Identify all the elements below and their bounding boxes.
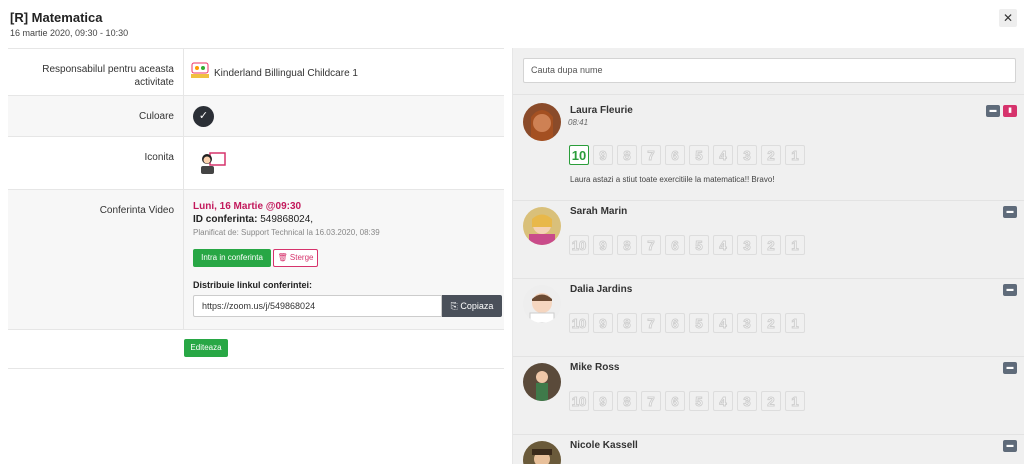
comment-icon[interactable]: ▬	[1003, 284, 1017, 296]
edit-button[interactable]: Editeaza	[184, 339, 228, 357]
student-comment: Laura astazi a stiut toate exercitiile l…	[570, 175, 775, 184]
grade-3[interactable]: 3	[737, 145, 757, 165]
video-conference-row: Conferinta Video Luni, 16 Martie @09:30 …	[8, 189, 504, 329]
grade-10[interactable]: 10	[569, 235, 589, 255]
grade-8[interactable]: 8	[617, 235, 637, 255]
modal-header: [R] Matematica 16 martie 2020, 09:30 - 1…	[0, 0, 1024, 48]
grade-5[interactable]: 5	[689, 313, 709, 333]
student-name: Dalia Jardins	[570, 284, 633, 295]
grade-10[interactable]: 10	[569, 145, 589, 165]
grade-10[interactable]: 10	[569, 391, 589, 411]
color-label: Culoare	[138, 111, 174, 122]
grade-10[interactable]: 10	[569, 313, 589, 333]
grade-7[interactable]: 7	[641, 235, 661, 255]
details-panel: Responsabilul pentru aceasta activitate …	[8, 48, 504, 464]
responsible-row: Responsabilul pentru aceasta activitate …	[8, 48, 504, 95]
grade-5[interactable]: 5	[689, 145, 709, 165]
responsible-name: Kinderland Billingual Childcare 1	[214, 68, 358, 79]
grade-1[interactable]: 1	[785, 391, 805, 411]
icon-row: Iconita	[8, 136, 504, 189]
student-name: Sarah Marin	[570, 206, 628, 217]
delete-icon[interactable]: ▮	[1003, 105, 1017, 117]
color-swatch[interactable]: ✓	[193, 106, 214, 127]
grade-3[interactable]: 3	[737, 313, 757, 333]
student-name: Nicole Kassell	[570, 440, 638, 451]
comment-icon[interactable]: ▬	[986, 105, 1000, 117]
grade-6[interactable]: 6	[665, 145, 685, 165]
conference-date: Luni, 16 Martie @09:30	[193, 201, 302, 212]
grade-7[interactable]: 7	[641, 391, 661, 411]
student-item: Laura Fleurie 08:41 ▬ ▮ 10 9 8 7 6 5 4 3…	[513, 94, 1024, 200]
grade-9[interactable]: 9	[593, 391, 613, 411]
page-title: [R] Matematica	[10, 10, 103, 25]
comment-icon[interactable]: ▬	[1003, 206, 1017, 218]
student-item: Mike Ross ▬ 10 9 8 7 6 5 4 3 2 1	[513, 356, 1024, 434]
share-link-label: Distribuie linkul conferintei:	[193, 280, 313, 290]
comment-icon[interactable]: ▬	[1003, 362, 1017, 374]
copy-link-button[interactable]: ⎘ Copiaza	[442, 295, 502, 317]
grade-9[interactable]: 9	[593, 313, 613, 333]
student-search-input[interactable]: Cauta dupa nume	[523, 58, 1016, 83]
comment-icon[interactable]: ▬	[1003, 440, 1017, 452]
video-label: Conferinta Video	[99, 205, 174, 216]
conference-id-label: ID conferinta:	[193, 214, 258, 225]
grade-2[interactable]: 2	[761, 313, 781, 333]
grade-8[interactable]: 8	[617, 313, 637, 333]
avatar	[523, 103, 561, 141]
student-name: Mike Ross	[570, 362, 620, 373]
close-button[interactable]: ✕	[999, 9, 1017, 27]
grade-3[interactable]: 3	[737, 391, 757, 411]
conference-id: ID conferinta: 549868024,	[193, 214, 313, 225]
grade-1[interactable]: 1	[785, 235, 805, 255]
share-link-field[interactable]: https://zoom.us/j/549868024	[193, 295, 442, 317]
grade-4[interactable]: 4	[713, 313, 733, 333]
edit-row	[8, 329, 504, 368]
student-item: Nicole Kassell ▬	[513, 434, 1024, 464]
grade-8[interactable]: 8	[617, 391, 637, 411]
event-datetime: 16 martie 2020, 09:30 - 10:30	[10, 28, 129, 38]
avatar	[523, 363, 561, 401]
grade-3[interactable]: 3	[737, 235, 757, 255]
grade-5[interactable]: 5	[689, 235, 709, 255]
avatar	[523, 285, 561, 323]
school-logo-icon	[191, 62, 209, 78]
grade-4[interactable]: 4	[713, 391, 733, 411]
avatar	[523, 441, 561, 464]
grade-6[interactable]: 6	[665, 313, 685, 333]
grade-4[interactable]: 4	[713, 145, 733, 165]
grade-selector: 10 9 8 7 6 5 4 3 2 1	[569, 391, 805, 411]
teacher-board-icon[interactable]	[198, 149, 228, 177]
grade-2[interactable]: 2	[761, 391, 781, 411]
conference-id-value: 549868024,	[260, 214, 314, 225]
student-item: Sarah Marin ▬ 10 9 8 7 6 5 4 3 2 1	[513, 200, 1024, 278]
grade-1[interactable]: 1	[785, 145, 805, 165]
student-item: Dalia Jardins ▬ 10 9 8 7 6 5 4 3 2 1	[513, 278, 1024, 356]
students-panel: Cauta dupa nume Laura Fleurie 08:41 ▬ ▮ …	[512, 48, 1024, 464]
avatar	[523, 207, 561, 245]
grade-selector: 10 9 8 7 6 5 4 3 2 1	[569, 145, 805, 165]
grade-7[interactable]: 7	[641, 313, 661, 333]
grade-2[interactable]: 2	[761, 145, 781, 165]
icon-label: Iconita	[144, 152, 174, 163]
grade-4[interactable]: 4	[713, 235, 733, 255]
color-row: Culoare ✓	[8, 95, 504, 136]
grade-9[interactable]: 9	[593, 145, 613, 165]
grade-selector: 10 9 8 7 6 5 4 3 2 1	[569, 313, 805, 333]
conference-planner: Planificat de: Support Technical la 16.0…	[193, 228, 380, 237]
responsible-label: Responsabilul pentru aceasta activitate	[42, 64, 174, 88]
grade-7[interactable]: 7	[641, 145, 661, 165]
grade-9[interactable]: 9	[593, 235, 613, 255]
grade-2[interactable]: 2	[761, 235, 781, 255]
grade-5[interactable]: 5	[689, 391, 709, 411]
grade-selector: 10 9 8 7 6 5 4 3 2 1	[569, 235, 805, 255]
join-conference-button[interactable]: Intra in conferinta	[193, 249, 271, 267]
grade-1[interactable]: 1	[785, 313, 805, 333]
student-name: Laura Fleurie	[570, 105, 633, 116]
grade-6[interactable]: 6	[665, 391, 685, 411]
delete-conference-button[interactable]: 🗑 Sterge	[273, 249, 318, 267]
grade-6[interactable]: 6	[665, 235, 685, 255]
grade-8[interactable]: 8	[617, 145, 637, 165]
grade-time: 08:41	[568, 118, 589, 127]
